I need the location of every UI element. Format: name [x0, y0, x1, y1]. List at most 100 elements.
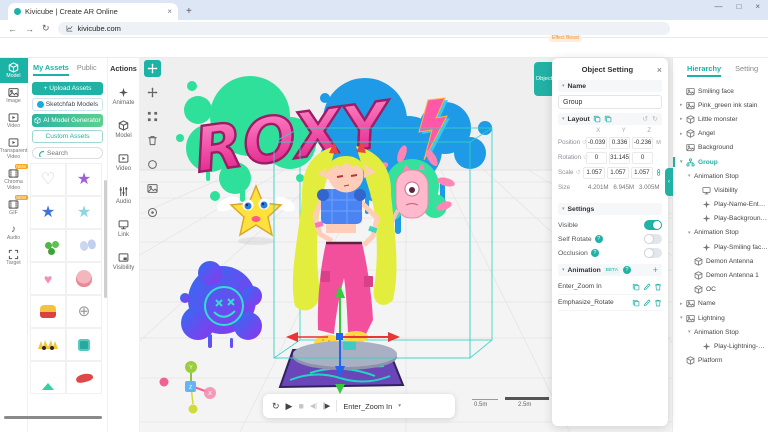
help-icon[interactable]: ? [623, 266, 631, 274]
asset-thumbnail-butterfly[interactable] [66, 229, 102, 262]
scale-x-input[interactable]: 1.057 [583, 167, 605, 179]
rotate-tool[interactable] [144, 156, 161, 173]
section-name[interactable]: ▾ Name [558, 80, 662, 92]
node-play-background[interactable]: Play-Background-En... [673, 212, 768, 226]
position-z-input[interactable]: -0.236 [632, 137, 653, 149]
asset-thumbnail-cat-hat[interactable] [30, 295, 66, 328]
node-animation-stop[interactable]: ▾Animation Stop [673, 226, 768, 240]
asset-thumbnail-clover[interactable] [30, 229, 66, 262]
edit-icon[interactable] [643, 283, 651, 291]
animation-select[interactable]: Enter_Zoom In [343, 402, 392, 411]
minimize-icon[interactable]: — [714, 2, 722, 11]
asset-thumbnail-pink-head[interactable] [66, 262, 102, 295]
preview-tool[interactable] [144, 204, 161, 221]
action-link[interactable]: Link [118, 219, 129, 238]
step-back-icon[interactable]: ◀| [310, 402, 317, 410]
axis-navigation-gizmo[interactable]: Y X Z [146, 356, 216, 426]
tab-hierarchy[interactable]: Hierarchy [687, 64, 721, 77]
action-animate[interactable]: Animate [112, 87, 134, 106]
node-lightning[interactable]: ▾Lightning [673, 311, 768, 325]
rail-item-gif[interactable]: NEW GIF [0, 195, 28, 220]
node-animation-stop[interactable]: ▾Animation Stop [673, 325, 768, 339]
node-pink-green-ink-stain[interactable]: ▸Pink_green ink stain [673, 98, 768, 112]
undo-icon[interactable]: ↺ [642, 115, 648, 123]
asset-thumbnail-heart-outline[interactable]: ♡ [30, 163, 66, 196]
asset-grid-scrollbar[interactable] [104, 180, 107, 298]
edit-icon[interactable] [643, 299, 651, 307]
reload-icon[interactable]: ↻ [42, 23, 50, 34]
scale-tool[interactable] [144, 108, 161, 125]
asset-thumbnail-teal-badge[interactable] [66, 328, 102, 361]
asset-thumbnail-blue-star[interactable]: ★ [30, 196, 66, 229]
paste-layout-icon[interactable] [604, 115, 612, 123]
occlusion-toggle[interactable] [644, 248, 662, 258]
node-play-name-enter-zoom[interactable]: Play-Name-Enter_Zo... [673, 198, 768, 212]
node-play-lightning[interactable]: Play-Lightning-Emp... [673, 339, 768, 353]
node-platform[interactable]: Platform [673, 354, 768, 368]
position-y-input[interactable]: 0.336 [609, 137, 630, 149]
node-play-smiling-face[interactable]: Play-Smiling face-E... [673, 240, 768, 254]
close-icon[interactable]: × [657, 65, 662, 75]
node-demon-antenna-1[interactable]: Demon Antenna 1 [673, 268, 768, 282]
rail-item-target[interactable]: Target [0, 245, 28, 270]
maximize-icon[interactable]: □ [736, 2, 741, 11]
node-animation-stop[interactable]: ▾Animation Stop [673, 169, 768, 183]
rotation-x-input[interactable]: 0 [586, 152, 607, 164]
node-angel[interactable]: ▸Angel [673, 127, 768, 141]
node-demon-antenna[interactable]: Demon Antenna [673, 254, 768, 268]
asset-thumbnail-rainbow-star[interactable]: ★ [66, 163, 102, 196]
forward-icon[interactable]: → [25, 24, 34, 34]
node-name[interactable]: ▸Name [673, 297, 768, 311]
address-bar[interactable]: kivicube.com [58, 22, 670, 35]
visible-toggle[interactable] [644, 220, 662, 230]
pan-tool[interactable] [144, 84, 161, 101]
sketchfab-models-button[interactable]: Sketchfab Models [32, 98, 103, 111]
reset-icon[interactable]: ↺ [575, 169, 580, 176]
node-background[interactable]: Background [673, 141, 768, 155]
node-smiling-face[interactable]: Smiling face [673, 84, 768, 98]
action-audio[interactable]: Audio [116, 186, 131, 205]
node-visibility[interactable]: Visibility [673, 183, 768, 197]
copy-icon[interactable] [632, 283, 640, 291]
delete-icon[interactable] [654, 283, 662, 291]
help-icon[interactable]: ? [591, 249, 599, 257]
loop-icon[interactable]: ↻ [272, 401, 280, 412]
rotation-y-input[interactable]: 31.145 [609, 152, 630, 164]
tab-my-assets[interactable]: My Assets [33, 63, 69, 76]
new-tab-button[interactable]: + [186, 6, 192, 17]
play-icon[interactable]: ▶ [286, 401, 293, 412]
browser-tab[interactable]: Kivicube | Create AR Online × [8, 3, 178, 20]
action-visibility[interactable]: Visibility [113, 252, 135, 271]
add-animation-button[interactable]: + [653, 265, 658, 275]
asset-thumbnail-holo-star[interactable]: ★ [66, 196, 102, 229]
rail-item-audio[interactable]: ♪ Audio [0, 220, 28, 245]
rail-item-image[interactable]: Image [0, 83, 28, 108]
help-icon[interactable]: ? [595, 235, 603, 243]
delete-icon[interactable] [654, 299, 662, 307]
panel-collapse-handle[interactable]: ‹ [665, 168, 673, 196]
asset-search[interactable] [32, 147, 103, 159]
node-group-selected[interactable]: ▾Group [673, 155, 768, 169]
object-name-input[interactable]: Group [558, 95, 662, 109]
asset-thumbnail-pink-heart[interactable]: ♥ [30, 262, 66, 295]
rail-item-chroma-video[interactable]: NEW Chroma Video [0, 164, 28, 195]
stop-icon[interactable]: ■ [298, 401, 303, 411]
section-settings[interactable]: ▾ Settings [558, 203, 662, 215]
upload-assets-button[interactable]: + Upload Assets [32, 82, 103, 95]
node-oc[interactable]: OC [673, 283, 768, 297]
rail-item-video[interactable]: Video [0, 108, 28, 133]
redo-icon[interactable]: ↻ [652, 115, 658, 123]
asset-thumbnail-green-wing[interactable] [30, 361, 66, 394]
asset-thumbnail-yellow-wings[interactable] [30, 328, 66, 361]
section-layout[interactable]: ▾ Layout ↺ ↻ [558, 113, 662, 125]
object-side-tab[interactable]: Object [534, 62, 554, 96]
action-video[interactable]: Video [116, 153, 131, 172]
ai-model-generator-side-button[interactable]: AI Model Generator [32, 114, 103, 127]
position-x-input[interactable]: -0.039 [586, 137, 607, 149]
move-tool[interactable] [144, 60, 161, 77]
back-icon[interactable]: ← [8, 24, 17, 34]
scale-y-input[interactable]: 1.057 [607, 167, 629, 179]
rail-item-transparent-video[interactable]: Transparent Video [0, 133, 28, 164]
tab-public[interactable]: Public [77, 63, 97, 76]
self-rotate-toggle[interactable] [644, 234, 662, 244]
